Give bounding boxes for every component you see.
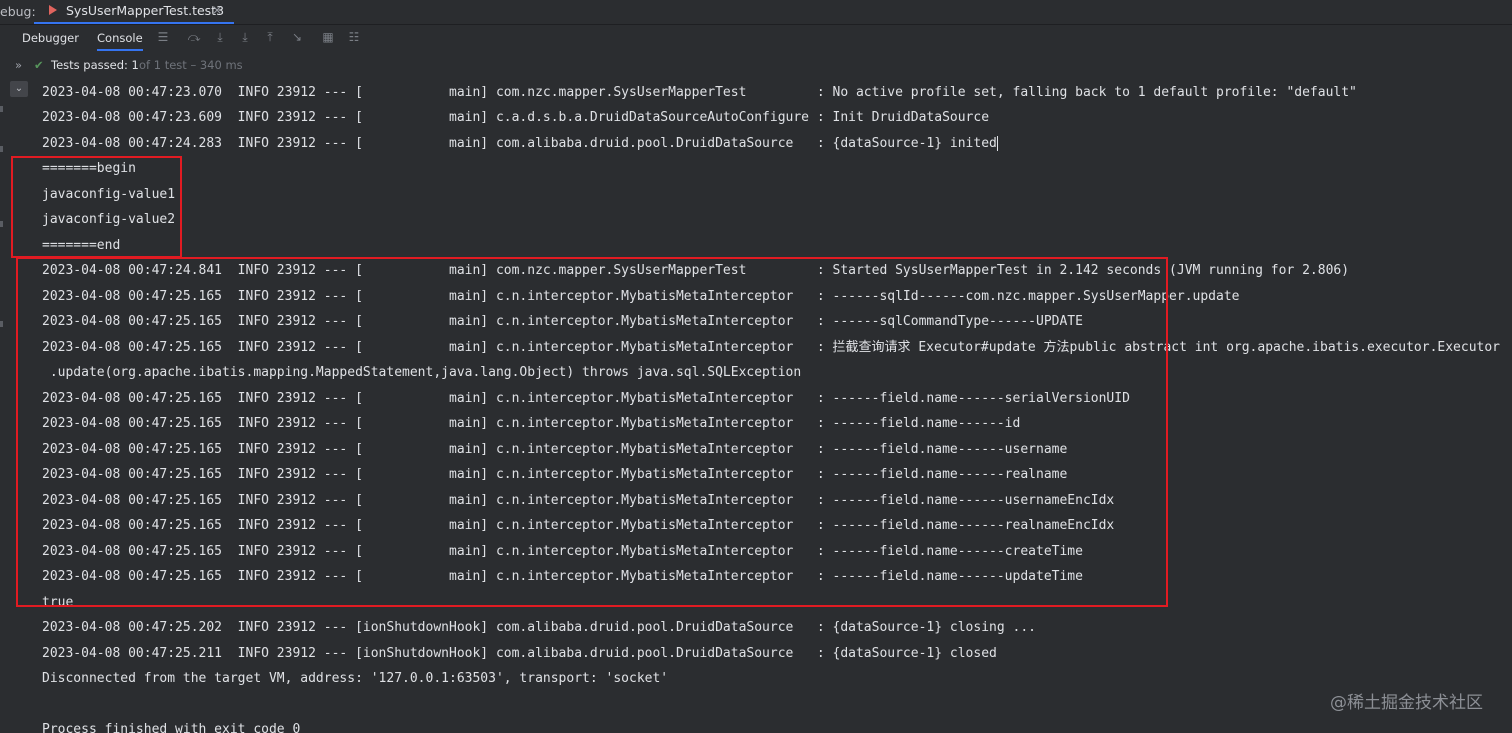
console-line: 2023-04-08 00:47:24.283 INFO 23912 --- [… (42, 134, 998, 154)
console-line: 2023-04-08 00:47:25.211 INFO 23912 --- [… (42, 646, 997, 661)
watermark: @稀土掘金技术社区 (1330, 693, 1483, 713)
console-line: Process finished with exit code 0 (42, 722, 301, 733)
console-line-text: 2023-04-08 00:47:24.283 INFO 23912 --- [… (42, 136, 997, 151)
test-run-icon (49, 5, 57, 15)
console-line: 2023-04-08 00:47:23.070 INFO 23912 --- [… (42, 85, 1357, 100)
tests-summary-label: of 1 test – 340 ms (139, 58, 243, 72)
highlight-box-config-values (11, 156, 182, 258)
expand-icon[interactable]: » (15, 58, 22, 72)
step-out-icon[interactable]: ⤒ (262, 29, 278, 45)
gutter-marker (0, 106, 3, 112)
console-line: 2023-04-08 00:47:25.202 INFO 23912 --- [… (42, 620, 1036, 635)
check-icon: ✔ (34, 58, 44, 72)
debug-toolbar: Debugger Console ☰ ⤼ ⤓ ⤓ ⤒ ↘ ▦ ☷ (0, 25, 1512, 51)
console-line: 2023-04-08 00:47:23.609 INFO 23912 --- [… (42, 110, 990, 125)
settings-icon[interactable]: ☷ (346, 29, 362, 45)
force-step-into-icon[interactable]: ⤓ (237, 29, 253, 45)
menu-icon[interactable]: ☰ (155, 29, 171, 45)
tests-passed-label: Tests passed: 1 (51, 58, 139, 72)
debug-tool-window-header: ebug: SysUserMapperTest.test3 × (0, 0, 1512, 25)
step-over-icon[interactable]: ⤼ (186, 29, 202, 45)
evaluate-icon[interactable]: ▦ (320, 29, 336, 45)
gutter-marker (0, 221, 3, 227)
tab-label: SysUserMapperTest.test3 (66, 3, 225, 18)
tab-debugger[interactable]: Debugger (22, 31, 79, 45)
highlight-box-interceptor-log (16, 257, 1168, 607)
console-line: Disconnected from the target VM, address… (42, 671, 669, 686)
tab-console[interactable]: Console (97, 31, 143, 51)
test-status-bar: » ✔ Tests passed: 1 of 1 test – 340 ms (0, 54, 1512, 76)
gutter-marker (0, 321, 3, 327)
gutter-marker (0, 146, 3, 152)
scroll-to-end-icon[interactable]: ⌄ (10, 81, 28, 97)
text-caret (996, 136, 998, 151)
tab-run-configuration[interactable]: SysUserMapperTest.test3 × (34, 0, 234, 24)
step-into-icon[interactable]: ⤓ (212, 29, 228, 45)
debug-label: ebug: (0, 4, 36, 19)
close-icon[interactable]: × (212, 3, 222, 17)
run-to-cursor-icon[interactable]: ↘ (289, 29, 305, 45)
